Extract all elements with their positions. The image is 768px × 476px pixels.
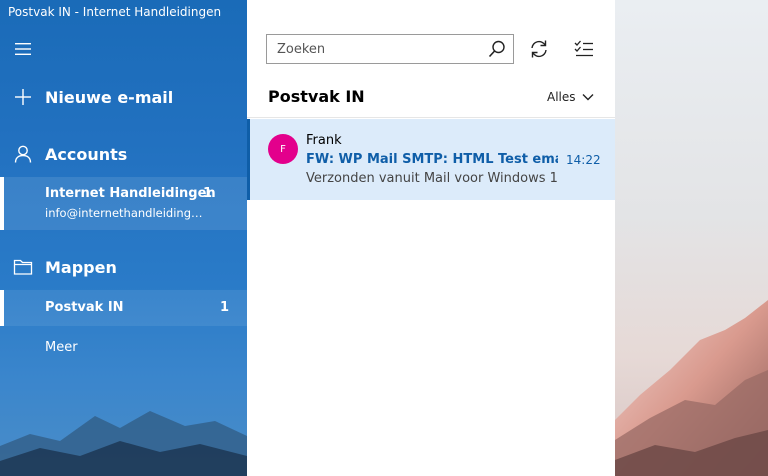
avatar: F (268, 134, 298, 164)
message-preview: Verzonden vanuit Mail voor Windows 10 (306, 171, 558, 186)
reading-pane (615, 0, 768, 476)
message-subject: FW: WP Mail SMTP: HTML Test email to (306, 152, 558, 167)
message-sender: Frank (306, 133, 342, 148)
folder-item-inbox[interactable]: Postvak IN 1 (0, 290, 247, 326)
selection-indicator (0, 290, 4, 326)
folder-item-more[interactable]: Meer (0, 330, 247, 366)
mountain-background (0, 411, 247, 476)
selection-indicator (0, 177, 4, 230)
new-mail-button[interactable]: Nieuwe e-mail (0, 84, 247, 110)
checklist-icon[interactable] (573, 38, 595, 60)
message-item[interactable]: F Frank FW: WP Mail SMTP: HTML Test emai… (247, 119, 615, 200)
folder-unread-count: 1 (220, 300, 230, 315)
folders-button[interactable]: Mappen (0, 254, 247, 280)
folders-label: Mappen (45, 257, 117, 277)
new-mail-label: Nieuwe e-mail (45, 87, 174, 107)
window-title: Postvak IN - Internet Handleidingen (8, 5, 222, 19)
accounts-button[interactable]: Accounts (0, 141, 247, 167)
message-list-pane: Postvak IN Alles F Frank FW: WP Mail SMT… (247, 0, 615, 476)
account-item[interactable]: Internet Handleidingen 1 info@internetha… (0, 177, 247, 230)
message-time: 14:22 (566, 153, 601, 167)
selection-indicator (247, 119, 250, 200)
hamburger-icon[interactable] (14, 42, 32, 56)
account-email: info@internethandleidingen.nl (45, 206, 205, 220)
search-box (266, 34, 514, 64)
account-name: Internet Handleidingen (45, 186, 216, 201)
filter-label: Alles (547, 90, 576, 104)
filter-dropdown[interactable]: Alles (547, 90, 594, 104)
search-input[interactable] (267, 35, 487, 63)
mountain-wallpaper (615, 0, 768, 476)
sync-icon[interactable] (528, 38, 550, 60)
chevron-down-icon (582, 94, 594, 101)
search-icon[interactable] (487, 39, 507, 59)
divider (247, 117, 615, 118)
folder-label: Meer (45, 340, 78, 355)
sidebar: Postvak IN - Internet Handleidingen Nieu… (0, 0, 247, 476)
plus-icon (13, 87, 33, 107)
folder-label: Postvak IN (45, 300, 124, 315)
account-unread-count: 1 (203, 186, 213, 201)
list-title: Postvak IN (268, 87, 365, 106)
folder-icon (13, 257, 33, 277)
person-icon (13, 144, 33, 164)
accounts-label: Accounts (45, 144, 128, 164)
